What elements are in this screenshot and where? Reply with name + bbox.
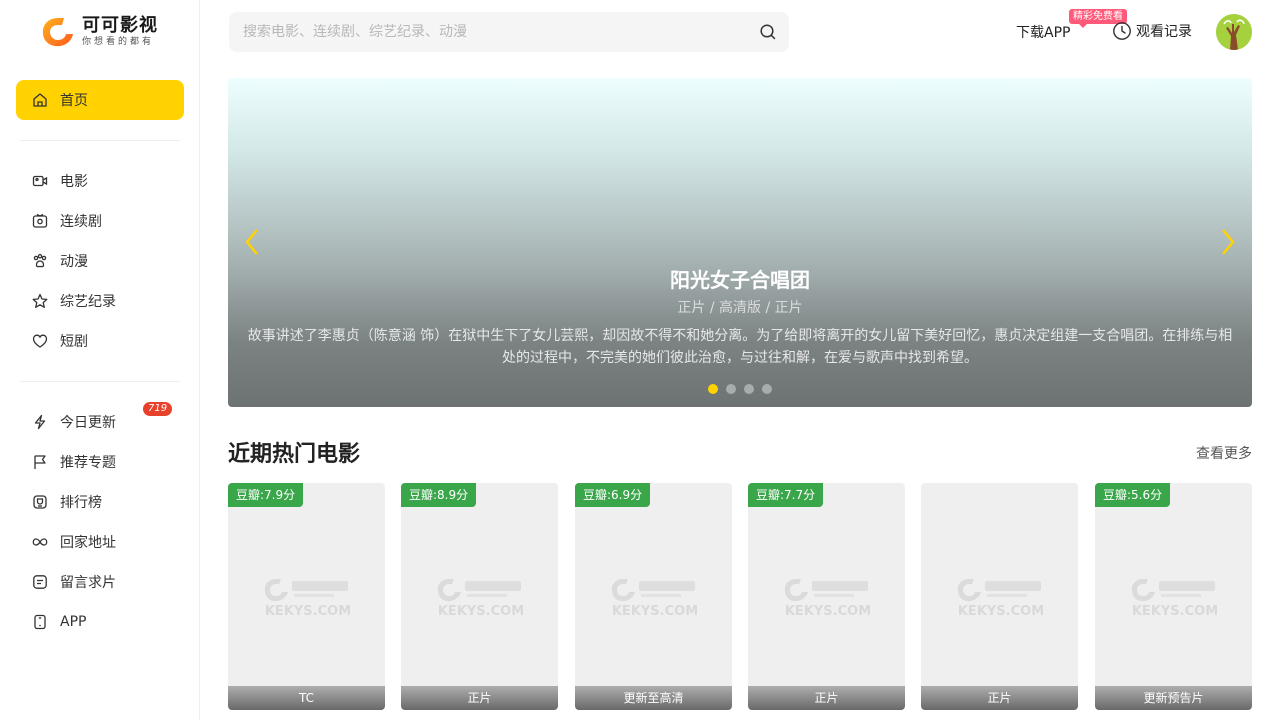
sidebar-item-series[interactable]: 连续剧 <box>16 201 184 241</box>
section-title: 近期热门电影 <box>228 442 361 467</box>
movie-card[interactable]: 豆瓣:7.9分 KEKYS.COM TC <box>228 483 385 710</box>
logo-icon <box>40 14 76 50</box>
card-status-label: 更新预告片 <box>1095 686 1252 710</box>
watermark-text: KEKYS.COM <box>958 604 1044 619</box>
mobile-phone-icon <box>32 614 48 630</box>
sidebar-item-label: 排行榜 <box>60 495 102 511</box>
site-logo[interactable]: 可可影视 你想看的都有 <box>40 14 160 50</box>
banner-description: 故事讲述了李惠贞（陈意涵 饰）在狱中生下了女儿芸熙，却因故不得不和她分离。为了给… <box>247 328 1233 366</box>
watch-history-button[interactable]: 观看记录 <box>1112 21 1192 41</box>
carousel-dot[interactable] <box>744 384 754 394</box>
movie-card[interactable]: 豆瓣:5.6分 KEKYS.COM 更新预告片 <box>1095 483 1252 710</box>
home-icon <box>32 92 48 108</box>
sidebar-item-label: 首页 <box>60 93 88 109</box>
watermark-text: KEKYS.COM <box>785 604 871 619</box>
sidebar-item-short-drama[interactable]: 短剧 <box>16 321 184 361</box>
sidebar-divider <box>20 381 180 382</box>
watermark-logo: KEKYS.COM <box>264 579 351 619</box>
watermark-text: KEKYS.COM <box>438 604 524 619</box>
douban-score-badge: 豆瓣:6.9分 <box>575 483 651 507</box>
watermark-logo: KEKYS.COM <box>957 579 1044 619</box>
sidebar-item-label: 回家地址 <box>60 535 116 551</box>
star-icon <box>32 293 48 309</box>
update-count-badge: 719 <box>143 402 173 416</box>
carousel-dot[interactable] <box>708 384 718 394</box>
watermark-text: KEKYS.COM <box>1132 604 1218 619</box>
card-status-label: 更新至高清 <box>575 686 732 710</box>
sidebar: 可可影视 你想看的都有 首页 电影 连续剧 动漫 综艺纪录 短剧 今日更新 71… <box>0 0 200 720</box>
sidebar-item-home[interactable]: 首页 <box>16 80 184 120</box>
avatar-tree-icon <box>1216 14 1252 50</box>
search-input[interactable] <box>243 24 759 40</box>
watermark-logo: KEKYS.COM <box>1131 579 1218 619</box>
sidebar-item-label: 动漫 <box>60 254 88 270</box>
carousel-dots <box>228 384 1252 394</box>
heart-icon <box>32 333 48 349</box>
tv-icon <box>32 213 48 229</box>
movie-card[interactable]: 豆瓣:8.9分 KEKYS.COM 正片 <box>401 483 558 710</box>
logo-title: 可可影视 <box>82 15 158 36</box>
card-status-label: TC <box>228 686 385 710</box>
douban-score-badge: 豆瓣:7.9分 <box>228 483 304 507</box>
douban-score-badge: 豆瓣:7.7分 <box>748 483 824 507</box>
watermark-text: KEKYS.COM <box>612 604 698 619</box>
sidebar-item-app[interactable]: APP <box>16 602 184 642</box>
sidebar-item-label: 短剧 <box>60 334 88 350</box>
sidebar-item-label: 推荐专题 <box>60 455 116 471</box>
sidebar-item-home-address[interactable]: 回家地址 <box>16 522 184 562</box>
sidebar-divider <box>20 140 180 141</box>
watermark-text: KEKYS.COM <box>265 604 351 619</box>
trophy-icon <box>32 494 48 510</box>
movie-card[interactable]: 豆瓣:6.9分 KEKYS.COM 更新至高清 <box>575 483 732 710</box>
sidebar-item-label: 连续剧 <box>60 214 102 230</box>
download-app-link[interactable]: 下载APP <box>1016 22 1070 42</box>
douban-score-badge: 豆瓣:5.6分 <box>1095 483 1171 507</box>
video-camera-icon <box>32 173 48 189</box>
sidebar-item-label: APP <box>60 614 87 630</box>
sidebar-item-label: 电影 <box>60 174 88 190</box>
avatar[interactable] <box>1216 14 1252 50</box>
sidebar-item-anime[interactable]: 动漫 <box>16 241 184 281</box>
movie-card[interactable]: 豆瓣:7.7分 KEKYS.COM 正片 <box>748 483 905 710</box>
sidebar-item-request-movie[interactable]: 留言求片 <box>16 562 184 602</box>
paw-icon <box>32 253 48 269</box>
view-more-link[interactable]: 查看更多 <box>1196 443 1252 463</box>
banner-title[interactable]: 阳光女子合唱团 <box>228 264 1252 293</box>
chevron-left-icon[interactable] <box>240 226 264 258</box>
card-status-label: 正片 <box>921 686 1078 710</box>
sidebar-item-ranking[interactable]: 排行榜 <box>16 482 184 522</box>
watermark-logo: KEKYS.COM <box>437 579 524 619</box>
movie-card[interactable]: KEKYS.COM 正片 <box>921 483 1078 710</box>
watch-history-label: 观看记录 <box>1136 24 1192 40</box>
card-status-label: 正片 <box>401 686 558 710</box>
chevron-right-icon[interactable] <box>1216 226 1240 258</box>
carousel-dot[interactable] <box>726 384 736 394</box>
hero-banner[interactable]: 阳光女子合唱团 正片 / 高清版 / 正片 故事讲述了李惠贞（陈意涵 饰）在狱中… <box>228 78 1252 407</box>
message-icon <box>32 574 48 590</box>
sidebar-item-movies[interactable]: 电影 <box>16 161 184 201</box>
sidebar-item-today-updates[interactable]: 今日更新 719 <box>16 402 184 442</box>
sidebar-item-topics[interactable]: 推荐专题 <box>16 442 184 482</box>
carousel-dot[interactable] <box>762 384 772 394</box>
flag-icon <box>32 454 48 470</box>
banner-meta: 正片 / 高清版 / 正片 <box>677 300 803 316</box>
search-bar <box>229 12 789 52</box>
search-icon[interactable] <box>759 23 777 41</box>
card-status-label: 正片 <box>748 686 905 710</box>
logo-slogan: 你想看的都有 <box>82 37 155 47</box>
infinity-link-icon <box>32 534 48 550</box>
sidebar-item-variety[interactable]: 综艺纪录 <box>16 281 184 321</box>
sidebar-item-label: 留言求片 <box>60 575 116 591</box>
clock-icon <box>1113 22 1131 40</box>
douban-score-badge: 豆瓣:8.9分 <box>401 483 477 507</box>
sidebar-item-label: 综艺纪录 <box>60 294 116 310</box>
watermark-logo: KEKYS.COM <box>784 579 871 619</box>
watermark-logo: KEKYS.COM <box>611 579 698 619</box>
lightning-icon <box>32 414 48 430</box>
sidebar-item-label: 今日更新 <box>60 415 116 431</box>
